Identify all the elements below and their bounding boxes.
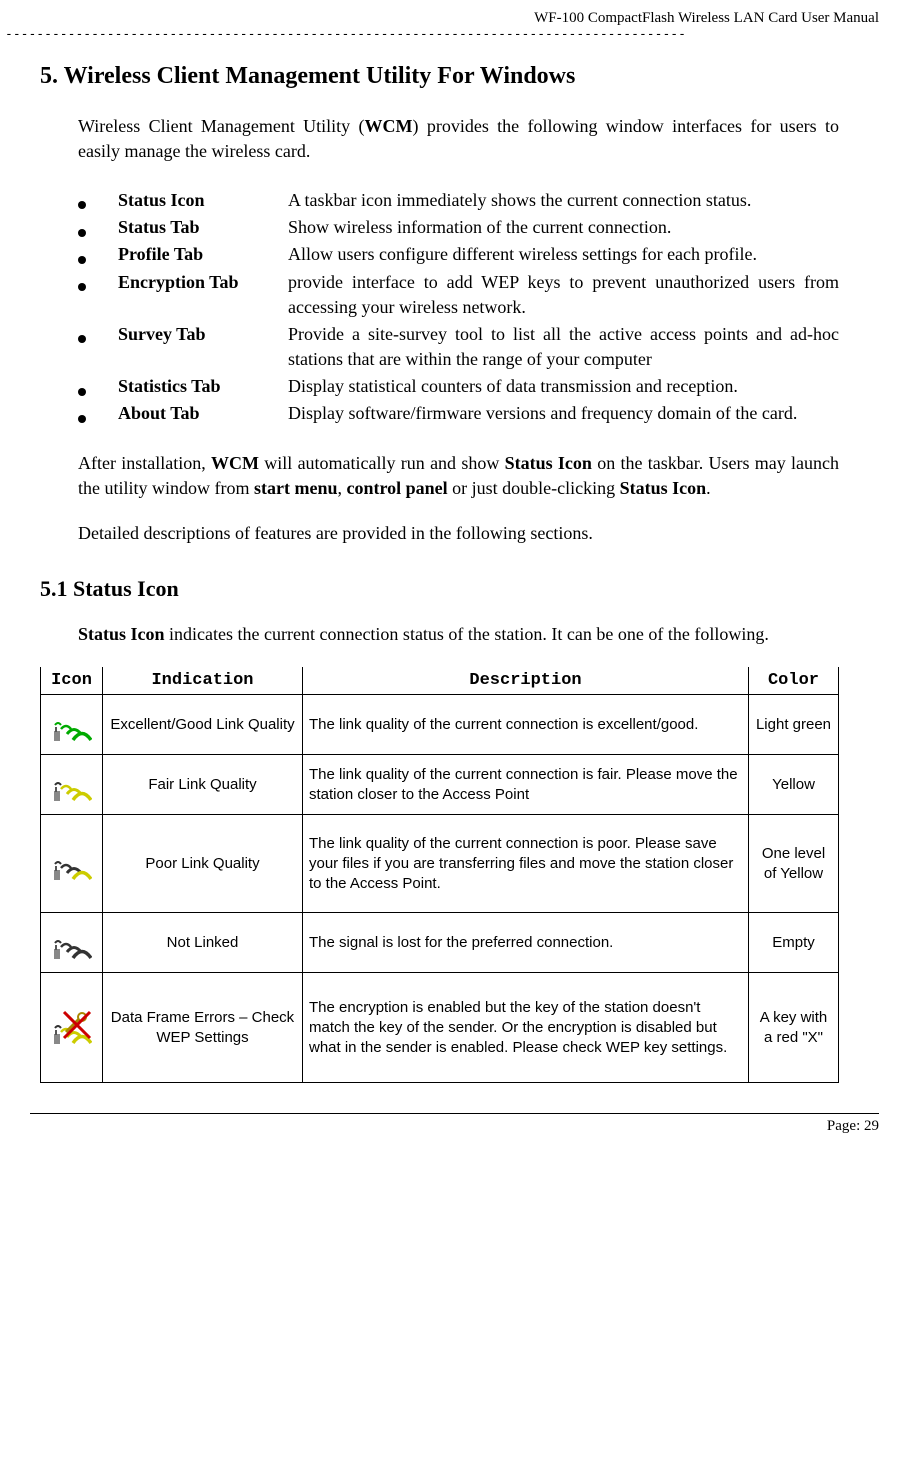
feature-desc: Allow users configure different wireless… bbox=[288, 242, 839, 267]
feature-list: Status Icon A taskbar icon immediately s… bbox=[40, 188, 839, 427]
detailed-desc-para: Detailed descriptions of features are pr… bbox=[40, 521, 839, 546]
feature-row: Status Tab Show wireless information of … bbox=[78, 215, 839, 240]
td-description: The encryption is enabled but the key of… bbox=[303, 973, 749, 1083]
td-color: A key with a red "X" bbox=[749, 973, 839, 1083]
td-indication: Not Linked bbox=[103, 913, 303, 973]
wcm-abbr: WCM bbox=[365, 116, 413, 136]
td-icon bbox=[41, 913, 103, 973]
feature-row: Profile Tab Allow users configure differ… bbox=[78, 242, 839, 267]
td-indication: Data Frame Errors – Check WEP Settings bbox=[103, 973, 303, 1083]
doc-header: WF-100 CompactFlash Wireless LAN Card Us… bbox=[0, 0, 909, 27]
feature-desc: Display statistical counters of data tra… bbox=[288, 374, 839, 399]
td-description: The link quality of the current connecti… bbox=[303, 695, 749, 755]
feature-row: About Tab Display software/firmware vers… bbox=[78, 401, 839, 426]
bullet-icon bbox=[78, 335, 86, 343]
bullet-icon bbox=[78, 388, 86, 396]
bullet-icon bbox=[78, 229, 86, 237]
feature-label: Profile Tab bbox=[118, 242, 288, 267]
table-header-row: Icon Indication Description Color bbox=[41, 667, 839, 695]
page-number: Page: 29 bbox=[0, 1114, 909, 1155]
signal-fair-icon bbox=[52, 765, 92, 805]
signal-excellent-icon bbox=[52, 705, 92, 745]
td-color: One level of Yellow bbox=[749, 815, 839, 913]
section-number: 5. bbox=[40, 63, 58, 89]
td-description: The signal is lost for the preferred con… bbox=[303, 913, 749, 973]
signal-wep-error-icon bbox=[52, 1008, 92, 1048]
feature-desc: A taskbar icon immediately shows the cur… bbox=[288, 188, 839, 213]
intro-paragraph: Wireless Client Management Utility (WCM)… bbox=[40, 114, 839, 164]
signal-not-linked-icon bbox=[52, 923, 92, 963]
feature-label: Status Icon bbox=[118, 188, 288, 213]
feature-row: Survey Tab Provide a site-survey tool to… bbox=[78, 322, 839, 372]
after-install-para: After installation, WCM will automatical… bbox=[40, 451, 839, 501]
subsection-heading: 5.1 Status Icon bbox=[40, 576, 839, 602]
td-icon bbox=[41, 815, 103, 913]
feature-label: Statistics Tab bbox=[118, 374, 288, 399]
th-icon: Icon bbox=[41, 667, 103, 695]
status-icon-para: Status Icon indicates the current connec… bbox=[40, 622, 839, 647]
th-description: Description bbox=[303, 667, 749, 695]
signal-poor-icon bbox=[52, 844, 92, 884]
feature-desc: Provide a site-survey tool to list all t… bbox=[288, 322, 839, 372]
bullet-icon bbox=[78, 201, 86, 209]
td-color: Light green bbox=[749, 695, 839, 755]
table-row: Data Frame Errors – Check WEP Settings T… bbox=[41, 973, 839, 1083]
table-row: Fair Link Quality The link quality of th… bbox=[41, 755, 839, 815]
td-color: Yellow bbox=[749, 755, 839, 815]
doc-title: WF-100 CompactFlash Wireless LAN Card Us… bbox=[534, 10, 879, 26]
feature-desc: Display software/firmware versions and f… bbox=[288, 401, 839, 426]
td-color: Empty bbox=[749, 913, 839, 973]
table-row: Not Linked The signal is lost for the pr… bbox=[41, 913, 839, 973]
page-content: 5. Wireless Client Management Utility Fo… bbox=[0, 43, 909, 1094]
td-icon bbox=[41, 695, 103, 755]
feature-label: About Tab bbox=[118, 401, 288, 426]
section-title: Wireless Client Management Utility For W… bbox=[64, 63, 576, 89]
dash-line: ----------------------------------------… bbox=[0, 27, 909, 43]
feature-row: Encryption Tab provide interface to add … bbox=[78, 270, 839, 320]
td-indication: Poor Link Quality bbox=[103, 815, 303, 913]
feature-desc: provide interface to add WEP keys to pre… bbox=[288, 270, 839, 320]
feature-desc: Show wireless information of the current… bbox=[288, 215, 839, 240]
td-icon bbox=[41, 755, 103, 815]
td-indication: Fair Link Quality bbox=[103, 755, 303, 815]
bullet-icon bbox=[78, 283, 86, 291]
th-color: Color bbox=[749, 667, 839, 695]
feature-row: Statistics Tab Display statistical count… bbox=[78, 374, 839, 399]
feature-label: Encryption Tab bbox=[118, 270, 288, 295]
feature-row: Status Icon A taskbar icon immediately s… bbox=[78, 188, 839, 213]
subsection-number: 5.1 bbox=[40, 576, 68, 601]
td-indication: Excellent/Good Link Quality bbox=[103, 695, 303, 755]
td-icon bbox=[41, 973, 103, 1083]
td-description: The link quality of the current connecti… bbox=[303, 815, 749, 913]
status-icon-table: Icon Indication Description Color bbox=[40, 667, 839, 1083]
th-indication: Indication bbox=[103, 667, 303, 695]
table-row: Poor Link Quality The link quality of th… bbox=[41, 815, 839, 913]
feature-label: Status Tab bbox=[118, 215, 288, 240]
td-description: The link quality of the current connecti… bbox=[303, 755, 749, 815]
feature-label: Survey Tab bbox=[118, 322, 288, 347]
subsection-title: Status Icon bbox=[73, 576, 179, 601]
table-row: Excellent/Good Link Quality The link qua… bbox=[41, 695, 839, 755]
bullet-icon bbox=[78, 415, 86, 423]
section-heading: 5. Wireless Client Management Utility Fo… bbox=[40, 63, 839, 90]
bullet-icon bbox=[78, 256, 86, 264]
